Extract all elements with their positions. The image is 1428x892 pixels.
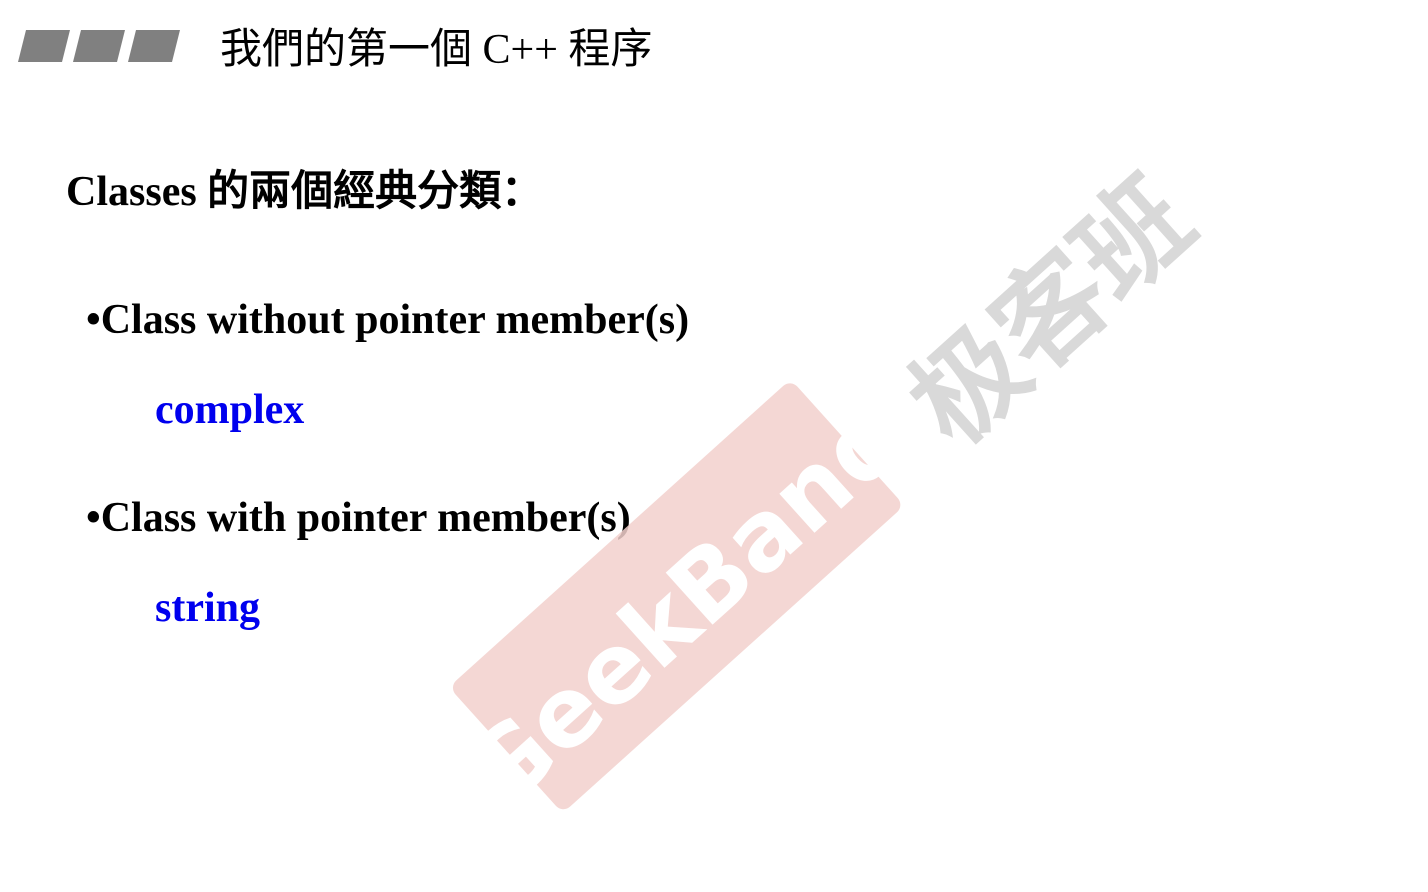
watermark-brand-en: GeekBand [444, 380, 926, 830]
example-complex: complex [155, 387, 305, 433]
bullet-class-without-pointer: •Class without pointer member(s) [86, 297, 690, 343]
example-string: string [155, 585, 260, 631]
header-decoration-bars [18, 30, 180, 62]
bullet-class-with-pointer: •Class with pointer member(s) [86, 495, 631, 541]
watermark-brand-cn: 极客班 [886, 160, 1217, 469]
slide-title: 我們的第一個 C++ 程序 [220, 27, 653, 73]
section-heading: Classes 的兩個經典分類： [66, 169, 544, 215]
